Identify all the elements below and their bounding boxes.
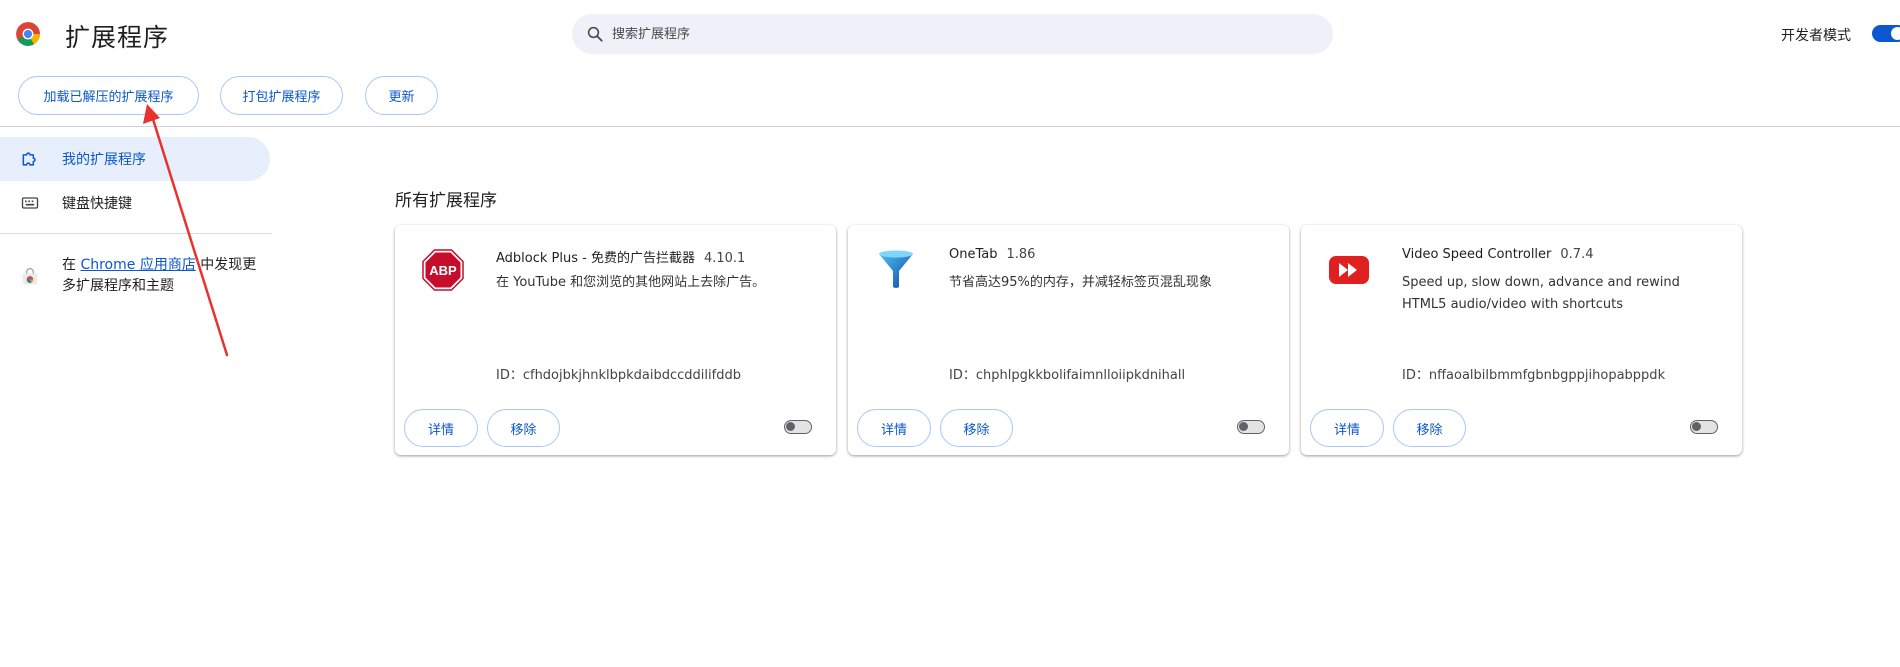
extension-card-onetab: OneTab 1.86 节省高达95%的内存，并减轻标签页混乱现象 ID：chph…	[848, 225, 1289, 455]
toggle-knob	[1692, 422, 1701, 431]
sidebar-item-keyboard-shortcuts[interactable]: 键盘快捷键	[0, 181, 270, 225]
extension-name: Adblock Plus - 免费的广告拦截器	[496, 251, 695, 266]
toggle-knob	[1239, 422, 1248, 431]
developer-mode-label: 开发者模式	[1781, 28, 1851, 44]
chrome-logo-icon	[16, 22, 40, 46]
details-button[interactable]: 详情	[857, 409, 931, 447]
extension-id: ID：chphlpgkkbolifaimnlloiipkdnihall	[949, 368, 1186, 383]
keyboard-icon	[21, 197, 39, 209]
abp-icon: ABP	[422, 249, 464, 291]
svg-text:ABP: ABP	[429, 263, 457, 278]
extension-name: Video Speed Controller	[1402, 247, 1552, 262]
search-icon	[587, 26, 603, 42]
fast-forward-icon	[1329, 256, 1369, 284]
header-divider	[0, 126, 1900, 127]
extension-name-row: Adblock Plus - 免费的广告拦截器 4.10.1	[496, 247, 745, 266]
chrome-web-store-link[interactable]: Chrome 应用商店	[80, 257, 195, 273]
search-box[interactable]	[572, 14, 1333, 54]
extension-version: 1.86	[1006, 247, 1036, 262]
onetab-funnel-icon	[879, 250, 913, 288]
extension-icon	[22, 152, 36, 166]
extension-name: OneTab	[949, 247, 998, 262]
section-title: 所有扩展程序	[395, 191, 497, 211]
page-title: 扩展程序	[65, 23, 170, 52]
search-input[interactable]	[612, 26, 1312, 42]
top-header: 扩展程序 开发者模式	[0, 0, 1900, 68]
extension-version: 4.10.1	[703, 251, 746, 266]
toggle-knob	[1891, 27, 1900, 40]
webstore-icon	[22, 268, 38, 285]
toggle-knob	[786, 422, 795, 431]
load-unpacked-button[interactable]: 加载已解压的扩展程序	[18, 76, 199, 115]
details-button[interactable]: 详情	[1310, 409, 1384, 447]
sidebar-divider	[0, 233, 272, 234]
update-button[interactable]: 更新	[365, 76, 438, 115]
extension-description: 节省高达95%的内存，并减轻标签页混乱现象	[949, 275, 1212, 290]
sidebar: 我的扩展程序 键盘快捷键 在 Chrome 应用商店 中发现更多扩展程序和主题	[0, 127, 280, 667]
extension-enable-toggle[interactable]	[1690, 420, 1718, 434]
extension-card-adblock-plus: ABP Adblock Plus - 免费的广告拦截器 4.10.1 在 YouT…	[395, 225, 836, 455]
webstore-prefix: 在	[62, 257, 81, 273]
sidebar-item-my-extensions[interactable]: 我的扩展程序	[0, 137, 270, 181]
extension-card-video-speed-controller: Video Speed Controller 0.7.4 Speed up, sl…	[1301, 225, 1742, 455]
remove-button[interactable]: 移除	[940, 409, 1013, 447]
developer-mode-toggle[interactable]	[1872, 25, 1900, 42]
extension-version: 0.7.4	[1560, 247, 1594, 262]
extension-id: ID：cfhdojbkjhnklbpkdaibdccddilifddb	[496, 368, 741, 383]
pack-extension-button[interactable]: 打包扩展程序	[220, 76, 343, 115]
extension-name-row: Video Speed Controller 0.7.4	[1402, 247, 1593, 262]
sidebar-item-label: 键盘快捷键	[62, 196, 132, 212]
extension-name-row: OneTab 1.86	[949, 247, 1035, 262]
extension-enable-toggle[interactable]	[784, 420, 812, 434]
dev-toolbar: 加载已解压的扩展程序 打包扩展程序 更新	[0, 76, 1900, 120]
remove-button[interactable]: 移除	[487, 409, 560, 447]
extension-id: ID：nffaoalbilbmmfgbnbgppjihopabppdk	[1402, 368, 1666, 383]
extension-description: Speed up, slow down, advance and rewind …	[1402, 275, 1680, 312]
remove-button[interactable]: 移除	[1393, 409, 1466, 447]
extension-enable-toggle[interactable]	[1237, 420, 1265, 434]
sidebar-item-label: 我的扩展程序	[62, 152, 146, 168]
webstore-promo: 在 Chrome 应用商店 中发现更多扩展程序和主题	[20, 255, 260, 297]
extension-description: 在 YouTube 和您浏览的其他网站上去除广告。	[496, 275, 766, 290]
details-button[interactable]: 详情	[404, 409, 478, 447]
